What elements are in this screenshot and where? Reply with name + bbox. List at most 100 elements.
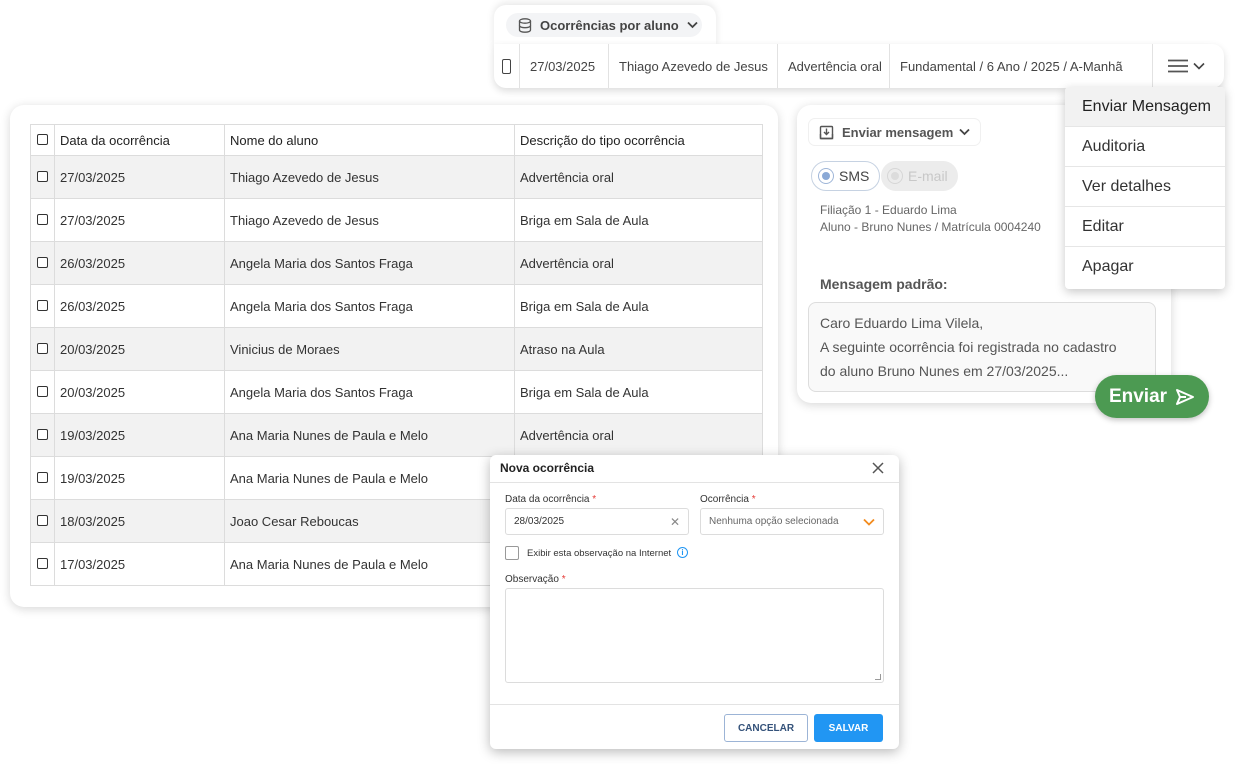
cell-student-name: Ana Maria Nunes de Paula e Melo [224,542,515,586]
send-icon [1176,388,1195,405]
row-checkbox[interactable] [37,256,48,268]
clear-icon[interactable]: ✕ [670,515,680,529]
row-checkbox[interactable] [502,58,511,74]
show-on-internet-checkbox[interactable] [505,546,519,560]
cell-description: Advertência oral [514,155,763,199]
cell-student-name: Ana Maria Nunes de Paula e Melo [224,413,515,457]
new-occurrence-modal: Nova ocorrência Data da ocorrência * 28/… [490,455,899,749]
cell-student-name: Thiago Azevedo de Jesus [224,155,515,199]
hamburger-icon [1167,59,1188,73]
row-actions-button[interactable] [1153,44,1218,88]
cell-date: 17/03/2025 [54,542,225,586]
menu-item-delete[interactable]: Apagar [1065,247,1225,287]
occurrence-type-select[interactable]: Nenhuma opção selecionada [700,508,884,535]
row-checkbox[interactable] [37,213,48,225]
col-date-header[interactable]: Data da ocorrência [54,124,225,156]
database-icon [518,17,532,33]
info-icon[interactable]: i [677,547,688,558]
radio-disabled-icon [887,168,903,184]
sms-radio[interactable]: SMS [811,161,881,191]
email-label: E-mail [908,168,948,184]
menu-item-send-message[interactable]: Enviar Mensagem [1065,87,1225,127]
email-radio[interactable]: E-mail [881,161,958,191]
row-checkbox-cell[interactable] [30,456,55,500]
row-checkbox[interactable] [37,471,48,483]
sms-label: SMS [839,168,870,184]
guardian-info: Filiação 1 - Eduardo Lima [820,203,957,217]
table-row[interactable]: 26/03/2025 Angela Maria dos Santos Fraga A… [30,241,763,285]
col-desc-header[interactable]: Descrição do tipo ocorrência [514,124,763,156]
row-checkbox-cell[interactable] [30,542,55,586]
send-message-dropdown[interactable]: Enviar mensagem [809,119,981,145]
cell-date: 19/03/2025 [54,413,225,457]
row-checkbox[interactable] [37,385,48,397]
occurrence-type-placeholder: Nenhuma opção selecionada [709,516,839,527]
radio-selected-icon [818,168,834,184]
row-checkbox-cell[interactable] [30,198,55,242]
template-title: Mensagem padrão: [820,276,948,292]
row-checkbox[interactable] [37,428,48,440]
date-field[interactable]: 28/03/2025 ✕ [505,508,689,535]
template-line: do aluno Bruno Nunes em 27/03/2025... [820,363,1069,379]
menu-item-edit[interactable]: Editar [1065,207,1225,247]
date-field-value: 28/03/2025 [514,516,565,527]
cell-date: 27/03/2025 [54,155,225,199]
row-checkbox[interactable] [37,514,48,526]
cancel-button[interactable]: CANCELAR [724,714,808,742]
row-checkbox-cell[interactable] [30,370,55,414]
download-icon [819,125,834,139]
close-icon[interactable] [871,461,885,475]
row-checkbox[interactable] [37,299,48,311]
cell-date: 18/03/2025 [54,499,225,543]
col-name-header[interactable]: Nome do aluno [224,124,515,156]
select-all-cell[interactable] [30,124,55,156]
row-checkbox[interactable] [37,170,48,182]
select-all-checkbox[interactable] [37,133,48,145]
modal-title: Nova ocorrência [490,455,899,483]
row-checkbox-cell[interactable] [30,413,55,457]
cell-student-name: Angela Maria dos Santos Fraga [224,284,515,328]
menu-item-details[interactable]: Ver detalhes [1065,167,1225,207]
obs-field-label: Observação * [505,574,566,585]
table-row[interactable]: 20/03/2025 Vinicius de Moraes Atraso na Au… [30,327,763,371]
chevron-down-icon [863,518,875,526]
cell-student-name: Angela Maria dos Santos Fraga [224,241,515,285]
row-action-menu: Enviar Mensagem Auditoria Ver detalhes E… [1065,87,1225,289]
row-checkbox-cell[interactable] [30,499,55,543]
row-checkbox[interactable] [37,342,48,354]
view-selector-label: Ocorrências por aluno [540,17,679,33]
observation-textarea[interactable] [505,588,884,683]
cell-date: 20/03/2025 [54,370,225,414]
view-tab: Ocorrências por aluno [494,5,716,49]
row-checkbox-cell[interactable] [30,241,55,285]
table-row[interactable]: 20/03/2025 Angela Maria dos Santos Fraga B… [30,370,763,414]
cell-student-name: Joao Cesar Reboucas [224,499,515,543]
cell-student-name: Thiago Azevedo de Jesus [224,198,515,242]
row-checkbox-cell[interactable] [494,44,520,88]
cell-description: Atraso na Aula [514,327,763,371]
resize-grip-icon[interactable] [875,674,881,680]
view-selector[interactable]: Ocorrências por aluno [506,13,702,37]
save-button[interactable]: SALVAR [814,714,883,742]
table-row[interactable]: 19/03/2025 Ana Maria Nunes de Paula e Mel… [30,413,763,457]
send-button-label: Enviar [1108,385,1168,407]
template-line: A seguinte ocorrência foi registrada no … [820,339,1117,355]
summary-class: Fundamental / 6 Ano / 2025 / A-Manhã [890,44,1153,88]
cell-date: 19/03/2025 [54,456,225,500]
table-row[interactable]: 27/03/2025 Thiago Azevedo de Jesus Briga e… [30,198,763,242]
summary-type: Advertência oral [778,44,890,88]
selected-occurrence-row[interactable]: 27/03/2025 Thiago Azevedo de Jesus Adver… [494,44,1224,88]
row-checkbox[interactable] [37,557,48,569]
cell-date: 20/03/2025 [54,327,225,371]
row-checkbox-cell[interactable] [30,155,55,199]
table-row[interactable]: 27/03/2025 Thiago Azevedo de Jesus Advertê… [30,155,763,199]
cell-description: Briga em Sala de Aula [514,370,763,414]
row-checkbox-cell[interactable] [30,327,55,371]
cell-description: Advertência oral [514,241,763,285]
cell-description: Briga em Sala de Aula [514,198,763,242]
table-row[interactable]: 26/03/2025 Angela Maria dos Santos Fraga B… [30,284,763,328]
cell-description: Briga em Sala de Aula [514,284,763,328]
menu-item-audit[interactable]: Auditoria [1065,127,1225,167]
send-button[interactable]: Enviar [1095,375,1209,418]
row-checkbox-cell[interactable] [30,284,55,328]
